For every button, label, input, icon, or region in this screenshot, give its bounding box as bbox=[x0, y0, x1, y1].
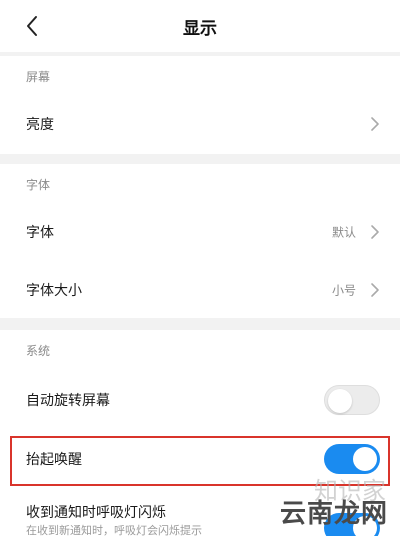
row-value-font: 默认 bbox=[331, 225, 356, 240]
section-screen: 屏幕 亮度 bbox=[0, 56, 400, 154]
row-label-font: 字体 bbox=[26, 225, 54, 241]
chevron-right-icon bbox=[368, 223, 382, 241]
chevron-right-icon bbox=[368, 281, 382, 299]
section-label-font: 字体 bbox=[26, 178, 51, 192]
page-title: 显示 bbox=[183, 19, 217, 39]
row-label-font-size: 字体大小 bbox=[26, 283, 82, 299]
toggle-knob bbox=[328, 389, 352, 413]
row-label-breathing-light: 收到通知时呼吸灯闪烁 bbox=[26, 505, 166, 521]
raise-to-wake-toggle[interactable] bbox=[324, 444, 380, 474]
row-value-font-size: 小号 bbox=[331, 283, 356, 298]
section-label-screen: 屏幕 bbox=[26, 70, 51, 84]
row-auto-rotate: 自动旋转屏幕 bbox=[0, 370, 400, 430]
row-label-auto-rotate: 自动旋转屏幕 bbox=[26, 393, 110, 409]
row-font[interactable]: 字体 默认 bbox=[0, 202, 400, 262]
header: 显示 bbox=[0, 0, 400, 52]
chevron-right-icon bbox=[368, 115, 382, 133]
breathing-light-description: 在收到新通知时，呼吸灯会闪烁提示 bbox=[26, 524, 202, 536]
section-label-system: 系统 bbox=[26, 344, 51, 358]
auto-rotate-toggle[interactable] bbox=[324, 385, 380, 415]
row-label-brightness: 亮度 bbox=[26, 117, 54, 133]
watermark-logo: 云南龙网 bbox=[279, 499, 388, 529]
section-font: 字体 字体 默认 字体大小 小号 bbox=[0, 164, 400, 318]
toggle-knob bbox=[353, 447, 377, 471]
row-label-raise-to-wake: 抬起唤醒 bbox=[26, 452, 82, 468]
row-brightness[interactable]: 亮度 bbox=[0, 94, 400, 154]
display-settings-screen: 显示 屏幕 亮度 字体 字体 默认 字体大小 小号 系统 自动旋转屏幕 抬起唤醒… bbox=[0, 0, 400, 536]
row-font-size[interactable]: 字体大小 小号 bbox=[0, 260, 400, 320]
